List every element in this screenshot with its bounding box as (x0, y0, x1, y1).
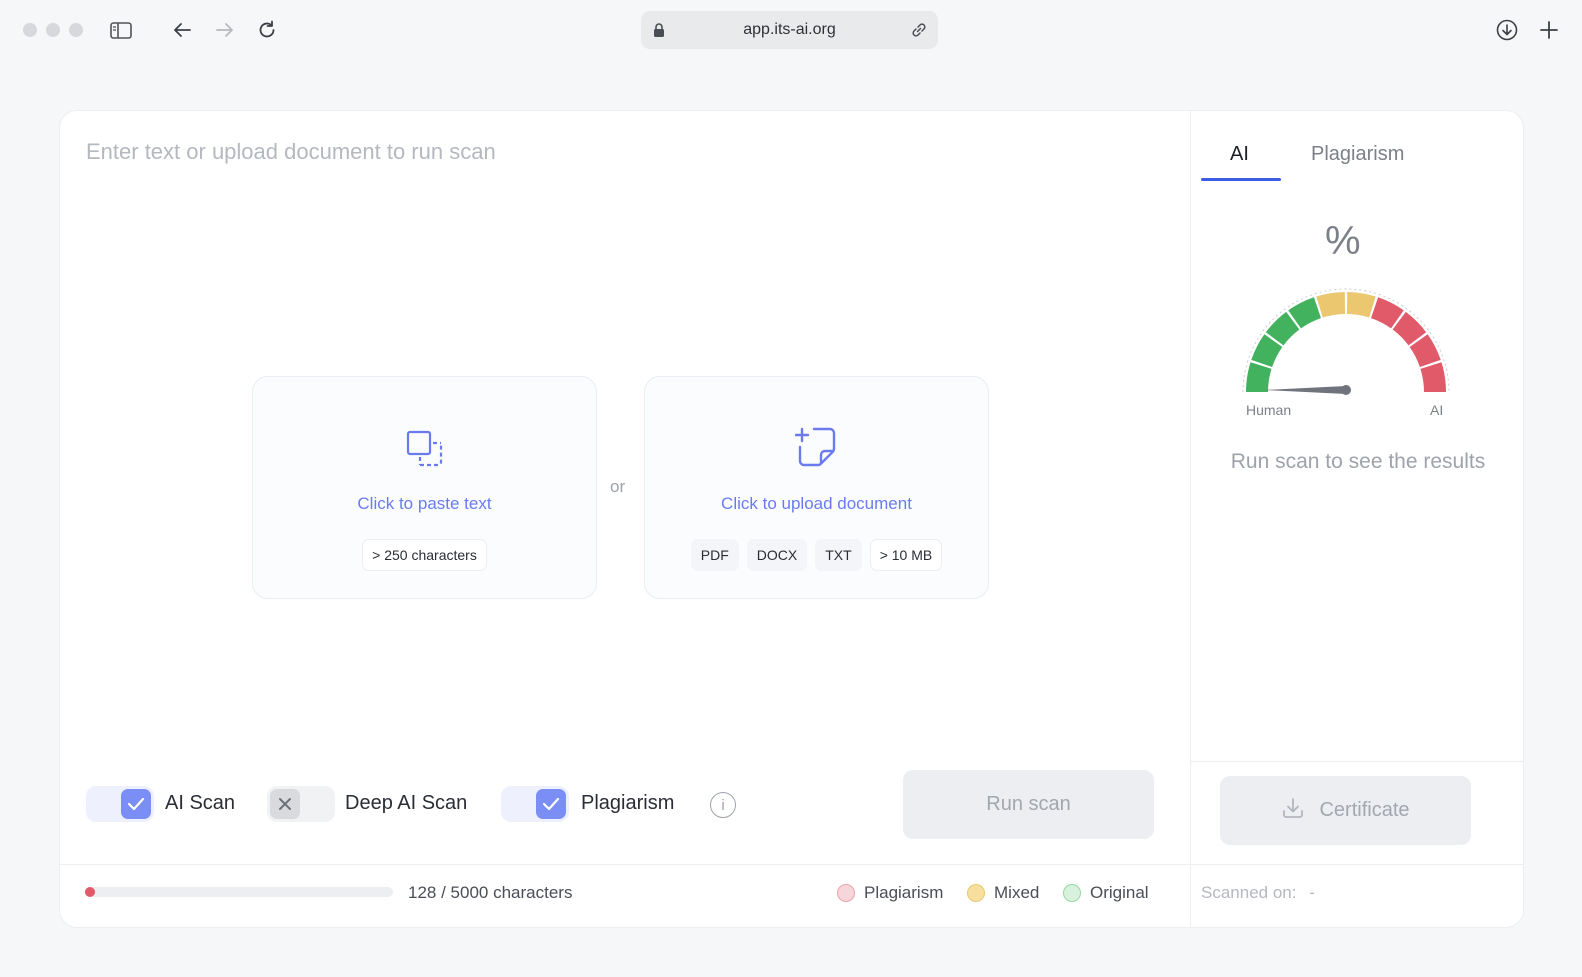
download-icon[interactable] (1493, 16, 1521, 44)
gauge-segment (1316, 292, 1346, 318)
or-separator: or (610, 477, 626, 496)
url-text: app.its-ai.org (743, 21, 836, 38)
browser-toolbar: app.its-ai.org (0, 0, 1582, 60)
reload-icon[interactable] (253, 16, 281, 44)
plagiarism-swatch (837, 884, 855, 902)
address-bar[interactable]: app.its-ai.org (641, 11, 938, 49)
deep-ai-scan-label: Deep AI Scan (345, 792, 468, 814)
window-controls (23, 23, 83, 37)
back-icon[interactable] (168, 16, 196, 44)
plagiarism-label: Plagiarism (581, 792, 675, 814)
download-arrow-icon (1281, 796, 1305, 826)
character-progress-bar (85, 887, 393, 897)
gauge-segment (1246, 362, 1272, 392)
gauge-needle-hub (1341, 385, 1351, 395)
upload-document-box[interactable]: Click to upload document PDF DOCX TXT > … (644, 376, 989, 599)
zoom-window-button[interactable] (69, 23, 83, 37)
scanned-on-label: Scanned on: (1201, 883, 1297, 902)
ai-scan-toggle[interactable] (86, 786, 154, 822)
upload-doc-icon (794, 425, 839, 476)
legend-original: Original (1063, 883, 1149, 903)
legend-plagiarism: Plagiarism (837, 883, 943, 903)
run-scan-button[interactable]: Run scan (903, 770, 1154, 839)
legend-plagiarism-label: Plagiarism (864, 883, 944, 902)
forward-icon[interactable] (211, 16, 239, 44)
certificate-divider (1191, 761, 1523, 762)
gauge-human-label: Human (1246, 402, 1292, 418)
check-icon (536, 789, 566, 819)
character-count: 128 / 5000 characters (408, 883, 573, 902)
paste-text-label: Click to paste text (357, 494, 492, 513)
mixed-swatch (967, 884, 985, 902)
text-input-placeholder[interactable]: Enter text or upload document to run sca… (86, 139, 496, 165)
legend-mixed-label: Mixed (994, 883, 1040, 902)
minimize-window-button[interactable] (46, 23, 60, 37)
ai-gauge (1242, 288, 1450, 395)
footer-divider (60, 864, 1523, 865)
original-swatch (1063, 884, 1081, 902)
ai-percent-value: % (1325, 219, 1361, 263)
x-icon (270, 789, 300, 819)
close-window-button[interactable] (23, 23, 37, 37)
plagiarism-toggle[interactable] (501, 786, 569, 822)
check-icon (121, 789, 151, 819)
gauge-segment (1346, 292, 1376, 318)
certificate-button[interactable]: Certificate (1220, 776, 1471, 845)
character-progress-fill (85, 887, 95, 897)
max-size-chip: > 10 MB (869, 539, 943, 571)
deep-ai-scan-toggle[interactable] (267, 786, 335, 822)
format-chip-pdf: PDF (690, 539, 739, 571)
format-chip-docx: DOCX (746, 539, 808, 571)
sidebar-icon[interactable] (107, 16, 135, 44)
link-icon[interactable] (910, 21, 928, 44)
min-characters-chip: > 250 characters (362, 539, 487, 571)
scanned-on-value: - (1309, 883, 1315, 902)
tab-ai[interactable]: AI (1230, 143, 1249, 166)
legend-mixed: Mixed (967, 883, 1039, 903)
ai-scan-label: AI Scan (165, 792, 236, 814)
info-icon[interactable]: i (710, 792, 736, 818)
gauge-needle (1264, 386, 1346, 394)
tab-plagiarism[interactable]: Plagiarism (1311, 143, 1404, 166)
results-message: Run scan to see the results (1230, 450, 1486, 473)
paste-icon (405, 429, 445, 474)
lock-icon (653, 22, 665, 43)
scanned-on: Scanned on: - (1201, 883, 1315, 903)
scanner-card: Enter text or upload document to run sca… (59, 110, 1524, 928)
panel-divider (1190, 111, 1191, 927)
gauge-ai-label: AI (1430, 402, 1444, 418)
format-chip-txt: TXT (815, 539, 862, 571)
new-tab-icon[interactable] (1535, 16, 1563, 44)
legend-original-label: Original (1090, 883, 1149, 902)
gauge-segment (1420, 362, 1446, 392)
active-tab-indicator (1201, 178, 1281, 181)
upload-document-label: Click to upload document (721, 494, 912, 513)
gauge-outline (1242, 288, 1450, 393)
paste-text-box[interactable]: Click to paste text > 250 characters (252, 376, 597, 599)
certificate-label: Certificate (1319, 799, 1410, 821)
